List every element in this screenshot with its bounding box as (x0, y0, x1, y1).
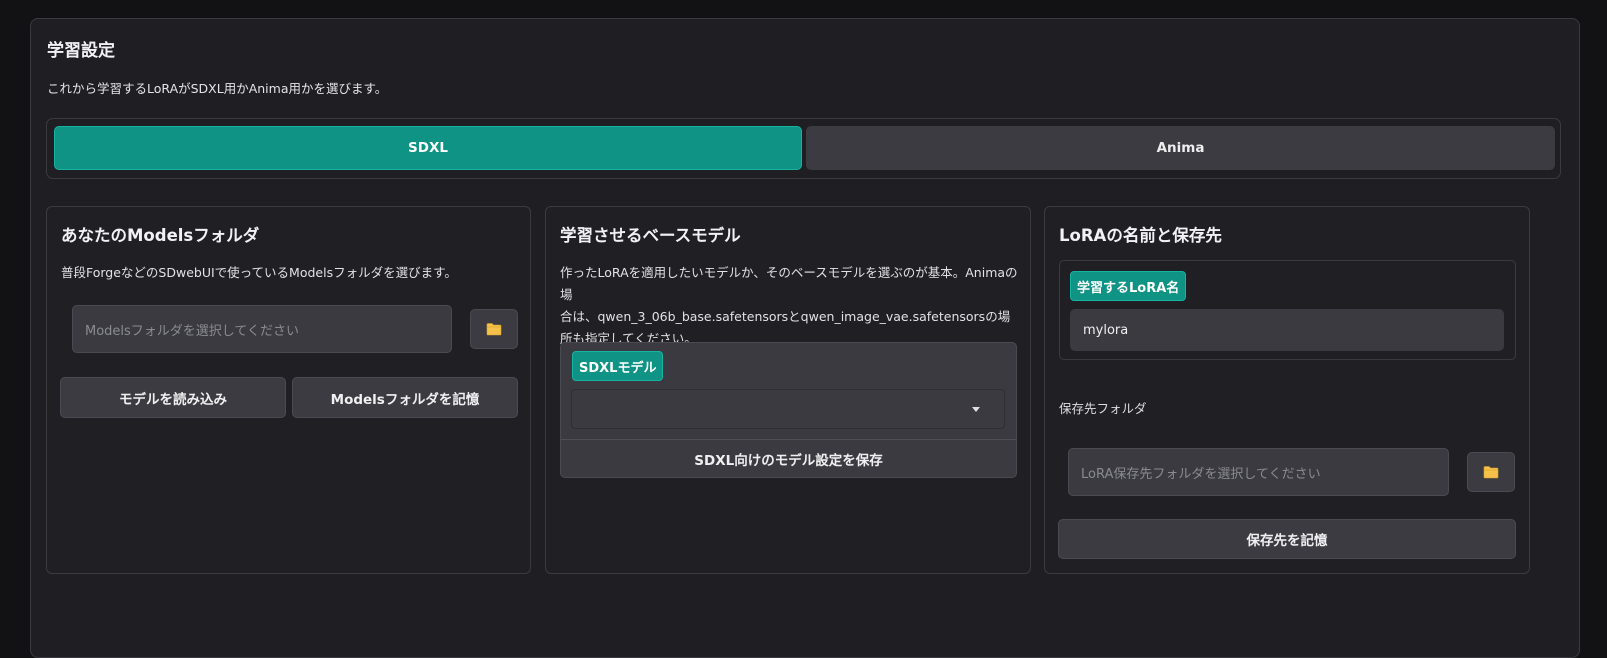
save-folder-label: 保存先フォルダ (1059, 401, 1147, 416)
panel-description: 普段ForgeなどのSDwebUIで使っているModelsフォルダを選びます。 (61, 265, 457, 280)
lora-name-value: mylora (1083, 322, 1129, 338)
panel-description: 作ったLoRAを適用したいモデルか、そのベースモデルを選ぶのが基本。Animaの… (560, 262, 1030, 350)
toggle-sdxl-button[interactable]: SDXL (54, 126, 802, 170)
base-model-panel: 学習させるベースモデル 作ったLoRAを適用したいモデルか、そのベースモデルを選… (545, 206, 1031, 574)
toggle-anima-button[interactable]: Anima (806, 126, 1555, 170)
load-models-button[interactable]: モデルを読み込み (60, 377, 286, 418)
models-folder-input[interactable]: Modelsフォルダを選択してください (72, 305, 452, 353)
models-folder-placeholder: Modelsフォルダを選択してください (85, 323, 300, 339)
models-folder-browse-button[interactable] (470, 309, 518, 349)
remember-models-folder-button[interactable]: Modelsフォルダを記憶 (292, 377, 518, 418)
remember-save-folder-button[interactable]: 保存先を記憶 (1058, 519, 1516, 559)
panel-title: 学習させるベースモデル (560, 226, 741, 245)
section-description: これから学習するLoRAがSDXL用かAnima用かを選びます。 (47, 81, 388, 96)
save-folder-placeholder: LoRA保存先フォルダを選択してください (1081, 466, 1321, 482)
save-folder-browse-button[interactable] (1467, 452, 1515, 492)
description-line: 作ったLoRAを適用したいモデルか、そのベースモデルを選ぶのが基本。Animaの… (560, 265, 1018, 302)
panel-title: LoRAの名前と保存先 (1059, 226, 1222, 245)
save-sdxl-model-settings-button[interactable]: SDXL向けのモデル設定を保存 (561, 439, 1016, 477)
model-select-block: SDXLモデル SDXL向けのモデル設定を保存 (560, 342, 1017, 478)
models-folder-panel: あなたのModelsフォルダ 普段ForgeなどのSDwebUIで使っているMo… (46, 206, 531, 574)
folder-icon (1483, 466, 1499, 479)
chevron-down-icon (972, 407, 980, 412)
description-line: 合は、qwen_3_06b_base.safetensorsとqwen_imag… (560, 309, 1011, 324)
lora-name-input[interactable]: mylora (1070, 309, 1504, 351)
folder-icon (486, 323, 502, 336)
model-type-toggle: SDXL Anima (46, 118, 1561, 179)
lora-output-panel: LoRAの名前と保存先 学習するLoRA名 mylora 保存先フォルダ LoR… (1044, 206, 1530, 574)
panel-title: あなたのModelsフォルダ (61, 226, 260, 245)
lora-save-folder-input[interactable]: LoRA保存先フォルダを選択してください (1068, 448, 1449, 496)
lora-name-block: 学習するLoRA名 mylora (1059, 260, 1516, 360)
training-settings-section: 学習設定 これから学習するLoRAがSDXL用かAnima用かを選びます。 SD… (30, 18, 1580, 658)
sdxl-model-label: SDXLモデル (572, 351, 664, 381)
lora-name-label: 学習するLoRA名 (1070, 271, 1187, 301)
section-title: 学習設定 (47, 41, 115, 61)
sdxl-model-dropdown[interactable] (571, 389, 1005, 429)
